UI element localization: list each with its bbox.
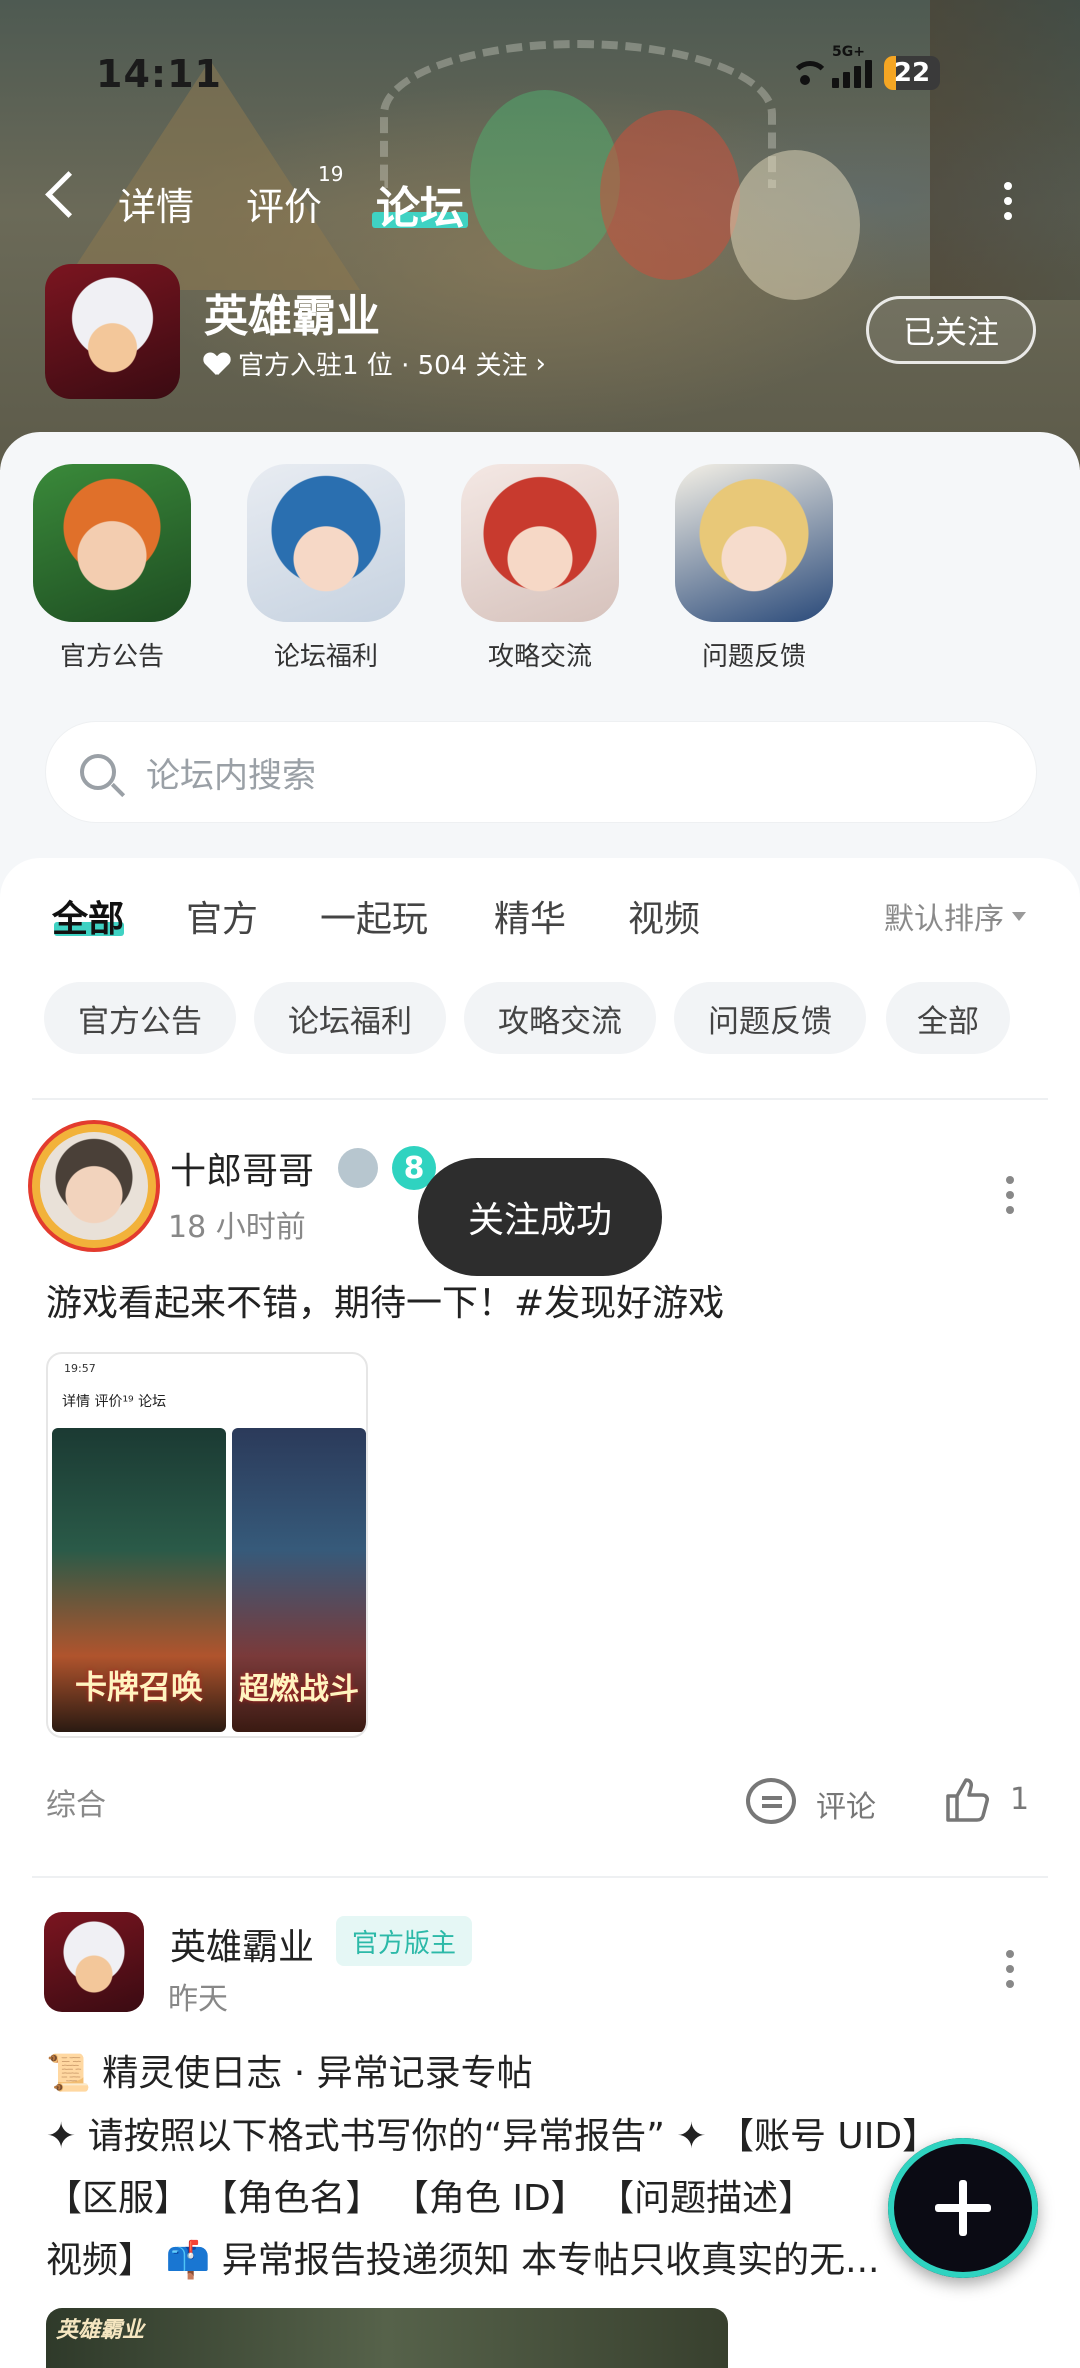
search-icon: [80, 754, 116, 790]
post-image-label: 英雄霸业: [56, 2318, 145, 2343]
filter-chip-feedback[interactable]: 问题反馈: [674, 982, 866, 1054]
post-time: 昨天: [168, 1982, 228, 2017]
toast-message: 关注成功: [418, 1158, 662, 1276]
filter-chip-benefits[interactable]: 论坛福利: [254, 982, 446, 1054]
game-stats-text: 官方入驻1 位 · 504 关注: [238, 351, 528, 381]
category-forum-benefits[interactable]: 论坛福利: [246, 464, 406, 673]
divider: [32, 1098, 1048, 1100]
feed-tab-official[interactable]: 官方: [186, 890, 258, 942]
game-icon: [45, 264, 180, 399]
feed-tab-featured[interactable]: 精华: [494, 890, 566, 942]
category-strategy-exchange[interactable]: 攻略交流: [460, 464, 620, 673]
forum-search-bar[interactable]: 论坛内搜索: [46, 722, 1036, 822]
official-avatar[interactable]: [44, 1912, 144, 2012]
screenshot-card-summon: 卡牌召唤: [52, 1428, 226, 1732]
banner-tree-art: [930, 0, 1080, 300]
battery-level: 22: [893, 58, 931, 88]
user-medal-icon: [338, 1148, 378, 1188]
filter-chip-all[interactable]: 全部: [886, 982, 1010, 1054]
feed-tab-play-together[interactable]: 一起玩: [320, 890, 428, 942]
game-stats[interactable]: 官方入驻1 位 · 504 关注 ›: [204, 345, 546, 382]
post-author[interactable]: 十郎哥哥: [170, 1142, 314, 1194]
more-options-icon[interactable]: [1004, 182, 1012, 220]
battery-icon: 22: [884, 56, 940, 90]
category-avatar: [675, 464, 833, 622]
post-more-icon[interactable]: [1006, 1176, 1014, 1214]
like-count: 1: [1010, 1782, 1030, 1817]
post-time: 18 小时前: [168, 1210, 306, 1245]
category-label: 攻略交流: [487, 642, 592, 672]
category-official-announcement[interactable]: 官方公告: [32, 464, 192, 673]
follow-button[interactable]: 已关注: [866, 296, 1036, 364]
post-title[interactable]: 📜 精灵使日志 · 异常记录专帖: [46, 2044, 533, 2096]
plus-icon: [935, 2180, 991, 2236]
category-avatar: [461, 464, 619, 622]
screenshot-card-battle: 超燃战斗: [232, 1428, 366, 1732]
feed-tab-video[interactable]: 视频: [628, 890, 700, 942]
card-caption: 卡牌召唤: [74, 1668, 203, 1706]
sort-dropdown[interactable]: 默认排序: [884, 894, 1026, 938]
post-body-line: ✦ 请按照以下格式书写你的“异常报告” ✦ 【账号 UID】: [46, 2116, 939, 2157]
category-avatar: [33, 464, 191, 622]
category-label: 论坛福利: [273, 642, 378, 672]
post-category: 综合: [46, 1788, 106, 1823]
post-image[interactable]: [46, 2308, 728, 2368]
reviews-count-badge: 19: [318, 162, 344, 186]
comment-icon[interactable]: [746, 1778, 796, 1824]
wifi-icon: [790, 61, 830, 85]
search-placeholder: 论坛内搜索: [146, 755, 316, 796]
post-more-icon[interactable]: [1006, 1950, 1014, 1988]
tab-forum[interactable]: 论坛: [376, 172, 464, 236]
caret-down-icon: [1012, 911, 1026, 921]
status-icons: 5G+ 22: [790, 44, 940, 94]
category-feedback[interactable]: 问题反馈: [674, 464, 834, 673]
game-title: 英雄霸业: [204, 291, 380, 342]
card-caption: 超燃战斗: [239, 1672, 359, 1707]
category-label: 官方公告: [59, 642, 164, 672]
banner-hero-white: [730, 150, 860, 300]
user-avatar[interactable]: [40, 1132, 148, 1240]
banner-hero-green: [470, 90, 620, 270]
feed-tab-all[interactable]: 全部: [52, 890, 124, 942]
divider: [32, 1876, 1048, 1878]
status-time: 14:11: [96, 52, 222, 96]
post-author[interactable]: 英雄霸业: [170, 1918, 314, 1970]
official-moderator-badge: 官方版主: [336, 1916, 472, 1966]
network-label: 5G+: [832, 44, 865, 60]
post-text[interactable]: 游戏看起来不错，期待一下！#发现好游戏: [46, 1274, 724, 1326]
tab-details[interactable]: 详情: [118, 176, 194, 231]
tab-reviews[interactable]: 评价: [246, 176, 322, 231]
screenshot-tabs: 详情 评价¹⁹ 论坛: [62, 1394, 167, 1410]
filter-chip-strategy[interactable]: 攻略交流: [464, 982, 656, 1054]
chevron-right-icon: ›: [535, 348, 546, 379]
heart-icon: [204, 353, 230, 375]
thumbs-up-icon[interactable]: [942, 1774, 992, 1824]
category-label: 问题反馈: [701, 642, 806, 672]
category-avatar: [247, 464, 405, 622]
screenshot-status-time: 19:57: [64, 1362, 96, 1375]
post-image[interactable]: 19:57 详情 评价¹⁹ 论坛 卡牌召唤 超燃战斗: [46, 1352, 368, 1738]
banner-hero-red: [600, 110, 740, 280]
create-post-button[interactable]: [888, 2138, 1038, 2278]
sort-label: 默认排序: [884, 902, 1004, 937]
signal-icon: 5G+: [832, 44, 872, 88]
filter-chip-announcement[interactable]: 官方公告: [44, 982, 236, 1054]
comment-button[interactable]: 评论: [816, 1782, 876, 1826]
